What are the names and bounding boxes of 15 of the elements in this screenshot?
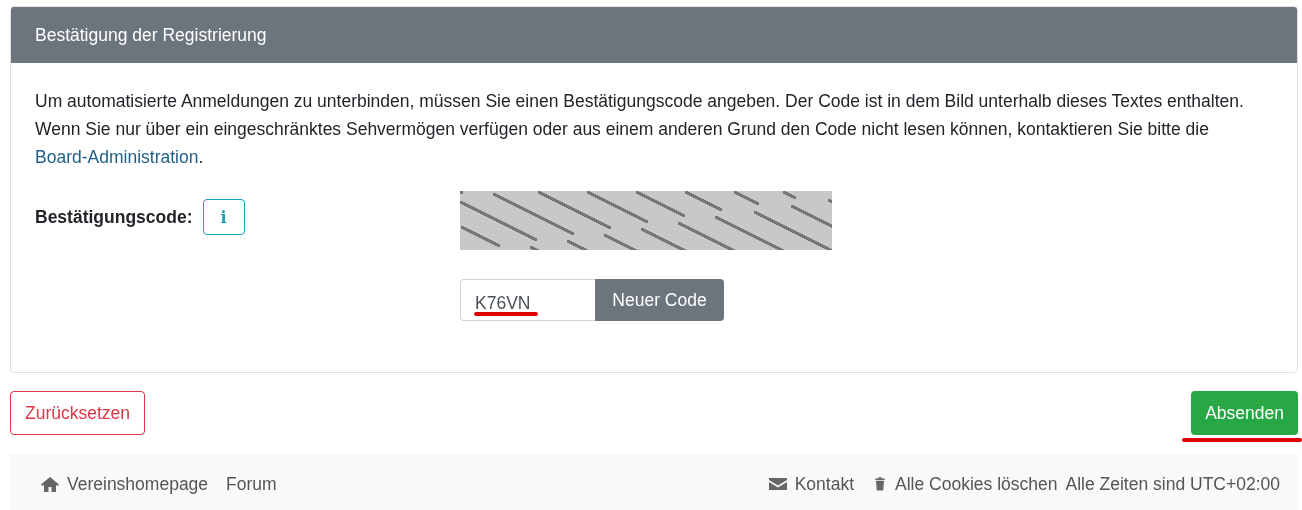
envelope-icon — [767, 475, 788, 493]
reset-button[interactable]: Zurücksetzen — [10, 391, 146, 435]
timezone-text: Alle Zeiten sind UTC+02:00 — [1065, 473, 1280, 495]
admin-link[interactable]: Board-Administration — [35, 147, 199, 167]
underline-mark — [474, 312, 538, 316]
field-label: Bestätigungscode: — [35, 206, 193, 228]
panel-title: Bestätigung der Registrierung — [11, 7, 1297, 63]
footer-link[interactable]: Kontakt — [767, 473, 855, 495]
home-icon — [40, 475, 60, 493]
footer-link[interactable]: Forum — [226, 473, 277, 495]
footer-link[interactable]: Vereinshomepage — [40, 473, 209, 495]
footer-link[interactable]: Alle Cookies löschen — [872, 473, 1058, 495]
intro-paragraph: Um automatisierte Anmeldungen zu unterbinden, müssen Sie einen Bestätigungscode angeben. Der Code ist in dem Bild unterhalb dieses Textes enthalten. Wenn Sie nur über ein eingeschränktes Sehvermögen verfügen oder aus einem anderen Grund den Code nicht lesen können, kontaktieren Sie bitte die Board-Administration. — [35, 90, 1245, 169]
new-code-button[interactable]: Neuer Code — [595, 279, 724, 321]
code-input[interactable]: K76VN — [460, 279, 595, 321]
